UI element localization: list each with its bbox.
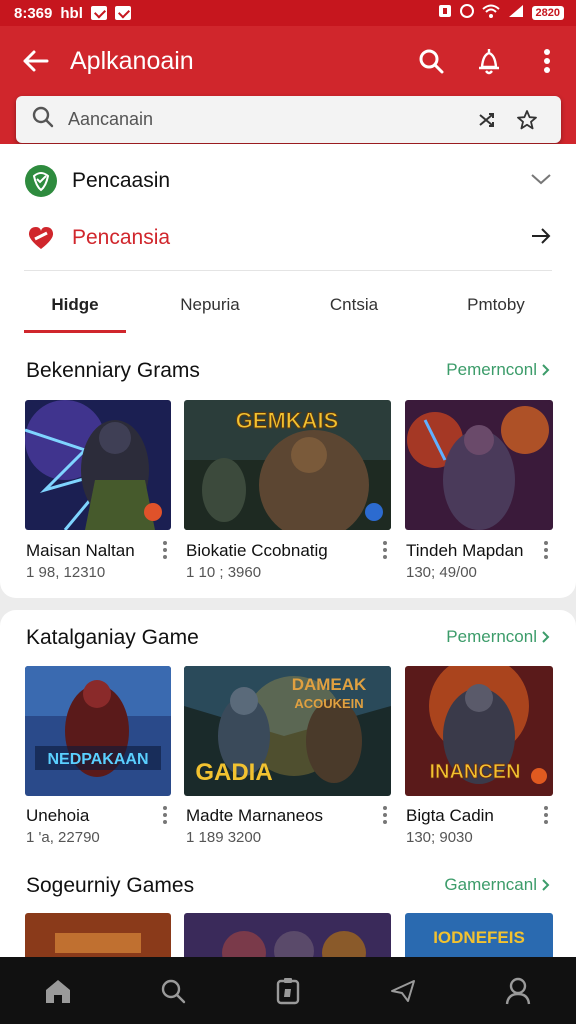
tile-logo-text: IODNEFEIS — [433, 928, 525, 947]
bell-icon — [479, 49, 499, 75]
divider — [24, 270, 552, 271]
wifi-icon — [481, 4, 500, 22]
tab-more[interactable]: Pmtoby — [444, 276, 548, 334]
tile-logo-text: ACOUKEIN — [294, 696, 363, 711]
see-more-link[interactable]: Pemernconl — [446, 360, 550, 380]
game-thumbnail[interactable] — [405, 400, 553, 530]
menu-row-pencansia[interactable]: Pencansia — [24, 221, 552, 255]
section-title: Sogeurniy Games — [26, 874, 195, 897]
arrow-left-icon — [23, 50, 49, 72]
tab-home[interactable]: Hidge — [24, 276, 126, 334]
game-thumbnail[interactable]: INANCEN — [405, 666, 553, 796]
search-icon — [161, 979, 185, 1003]
shuffle-icon — [479, 112, 494, 127]
game-title[interactable]: Tindeh Mapdan — [406, 541, 524, 561]
game-title[interactable]: Bigta Cadin — [406, 806, 494, 826]
game-downloads: 1 189 3200 — [186, 829, 262, 846]
nav-share[interactable] — [346, 957, 461, 1024]
see-more-label: Pemernconl — [446, 627, 537, 646]
chevron-down-icon[interactable] — [530, 172, 552, 191]
app-bar: Aplkanoain — [0, 26, 576, 96]
star-icon — [517, 109, 537, 129]
clipboard-icon — [276, 977, 300, 1004]
more-vert-icon — [544, 49, 550, 73]
arrow-right-icon[interactable] — [530, 227, 552, 250]
tab-categories[interactable]: Cntsia — [302, 276, 406, 334]
tile-logo-text: GADIA — [195, 759, 272, 786]
search-input[interactable]: Aancanain — [68, 109, 467, 130]
tile-logo-text: GEMKAIS — [236, 408, 339, 433]
signal-icon — [508, 4, 524, 22]
game-downloads: 1 98, 12310 — [26, 564, 106, 581]
menu-row-label: Pencansia — [72, 226, 171, 249]
see-more-label: Pemernconl — [446, 360, 537, 379]
shield-icon — [24, 164, 58, 198]
notification-icon — [114, 6, 131, 20]
search-icon — [32, 106, 54, 133]
game-title[interactable]: Biokatie Ccobnatig — [186, 541, 328, 561]
home-icon — [45, 979, 70, 1003]
nav-library[interactable] — [230, 957, 345, 1024]
game-thumbnail[interactable]: NEDPAKAAN — [25, 666, 171, 796]
tab-bar: Hidge Nepuria Cntsia Pmtoby — [0, 276, 576, 334]
chevron-right-icon — [542, 879, 550, 891]
lock-icon — [438, 4, 452, 22]
game-title[interactable]: Unehoia — [26, 806, 89, 826]
search-button[interactable] — [402, 26, 460, 96]
chevron-right-icon — [542, 364, 550, 376]
see-more-link[interactable]: Pemernconl — [446, 627, 550, 647]
game-downloads: 1 'a, 22790 — [26, 829, 100, 846]
bottom-navigation — [0, 957, 576, 1024]
see-more-label: Gamerncanl — [444, 875, 537, 894]
clock: 8:369 — [14, 4, 53, 22]
game-downloads: 130; 9030 — [406, 829, 473, 846]
menu-row-pencaasin[interactable]: Pencaasin — [24, 164, 552, 198]
page-title: Aplkanoain — [70, 46, 194, 75]
back-button[interactable] — [0, 26, 70, 96]
more-vert-icon[interactable] — [160, 540, 170, 560]
tile-logo-text: DAMEAK — [292, 675, 367, 694]
chevron-right-icon — [542, 631, 550, 643]
carrier-label: hbl — [60, 4, 83, 22]
battery-indicator: 2820 — [531, 6, 564, 20]
game-title[interactable]: Madte Marnaneos — [186, 806, 323, 826]
game-thumbnail[interactable]: GEMKAIS — [184, 400, 391, 530]
tile-logo-text: INANCEN — [429, 761, 520, 783]
more-vert-icon[interactable] — [541, 540, 551, 560]
nav-search[interactable] — [115, 957, 230, 1024]
search-icon — [419, 49, 444, 74]
more-vert-icon[interactable] — [380, 805, 390, 825]
menu-row-label: Pencaasin — [72, 169, 171, 192]
nav-home[interactable] — [0, 957, 115, 1024]
see-more-link[interactable]: Gamerncanl — [444, 875, 550, 895]
section-title: Bekenniary Grams — [26, 359, 200, 382]
game-downloads: 130; 49/00 — [406, 564, 477, 581]
nav-profile[interactable] — [461, 957, 576, 1024]
status-bar: 8:369 hbl 2820 — [0, 0, 576, 26]
send-icon — [391, 979, 416, 1002]
person-icon — [506, 977, 531, 1004]
section-title: Katalganiay Game — [26, 626, 199, 649]
secondary-card: Katalganiay Game Pemernconl NEDPAKAAN Un… — [0, 610, 576, 970]
main-card: Pencaasin Pencansia Hidge Nepuria Cntsia… — [0, 144, 576, 598]
active-tab-indicator — [24, 330, 126, 333]
favorite-button[interactable] — [507, 109, 547, 131]
more-vert-icon[interactable] — [380, 540, 390, 560]
tile-logo-text: NEDPAKAAN — [47, 751, 148, 768]
search-bar[interactable]: Aancanain — [16, 96, 561, 143]
more-vert-icon[interactable] — [541, 805, 551, 825]
more-options-button[interactable] — [518, 26, 576, 96]
more-vert-icon[interactable] — [160, 805, 170, 825]
alarm-icon — [459, 4, 474, 22]
tab-popular[interactable]: Nepuria — [158, 276, 262, 334]
voice-search-button[interactable] — [467, 111, 507, 129]
game-downloads: 1 10 ; 3960 — [186, 564, 262, 581]
notification-button[interactable] — [460, 26, 518, 96]
notification-icon — [90, 6, 107, 20]
heart-icon — [24, 221, 58, 255]
game-title[interactable]: Maisan Naltan — [26, 541, 135, 561]
game-thumbnail[interactable] — [25, 400, 171, 530]
game-thumbnail[interactable]: DAMEAK ACOUKEIN GADIA — [184, 666, 391, 796]
